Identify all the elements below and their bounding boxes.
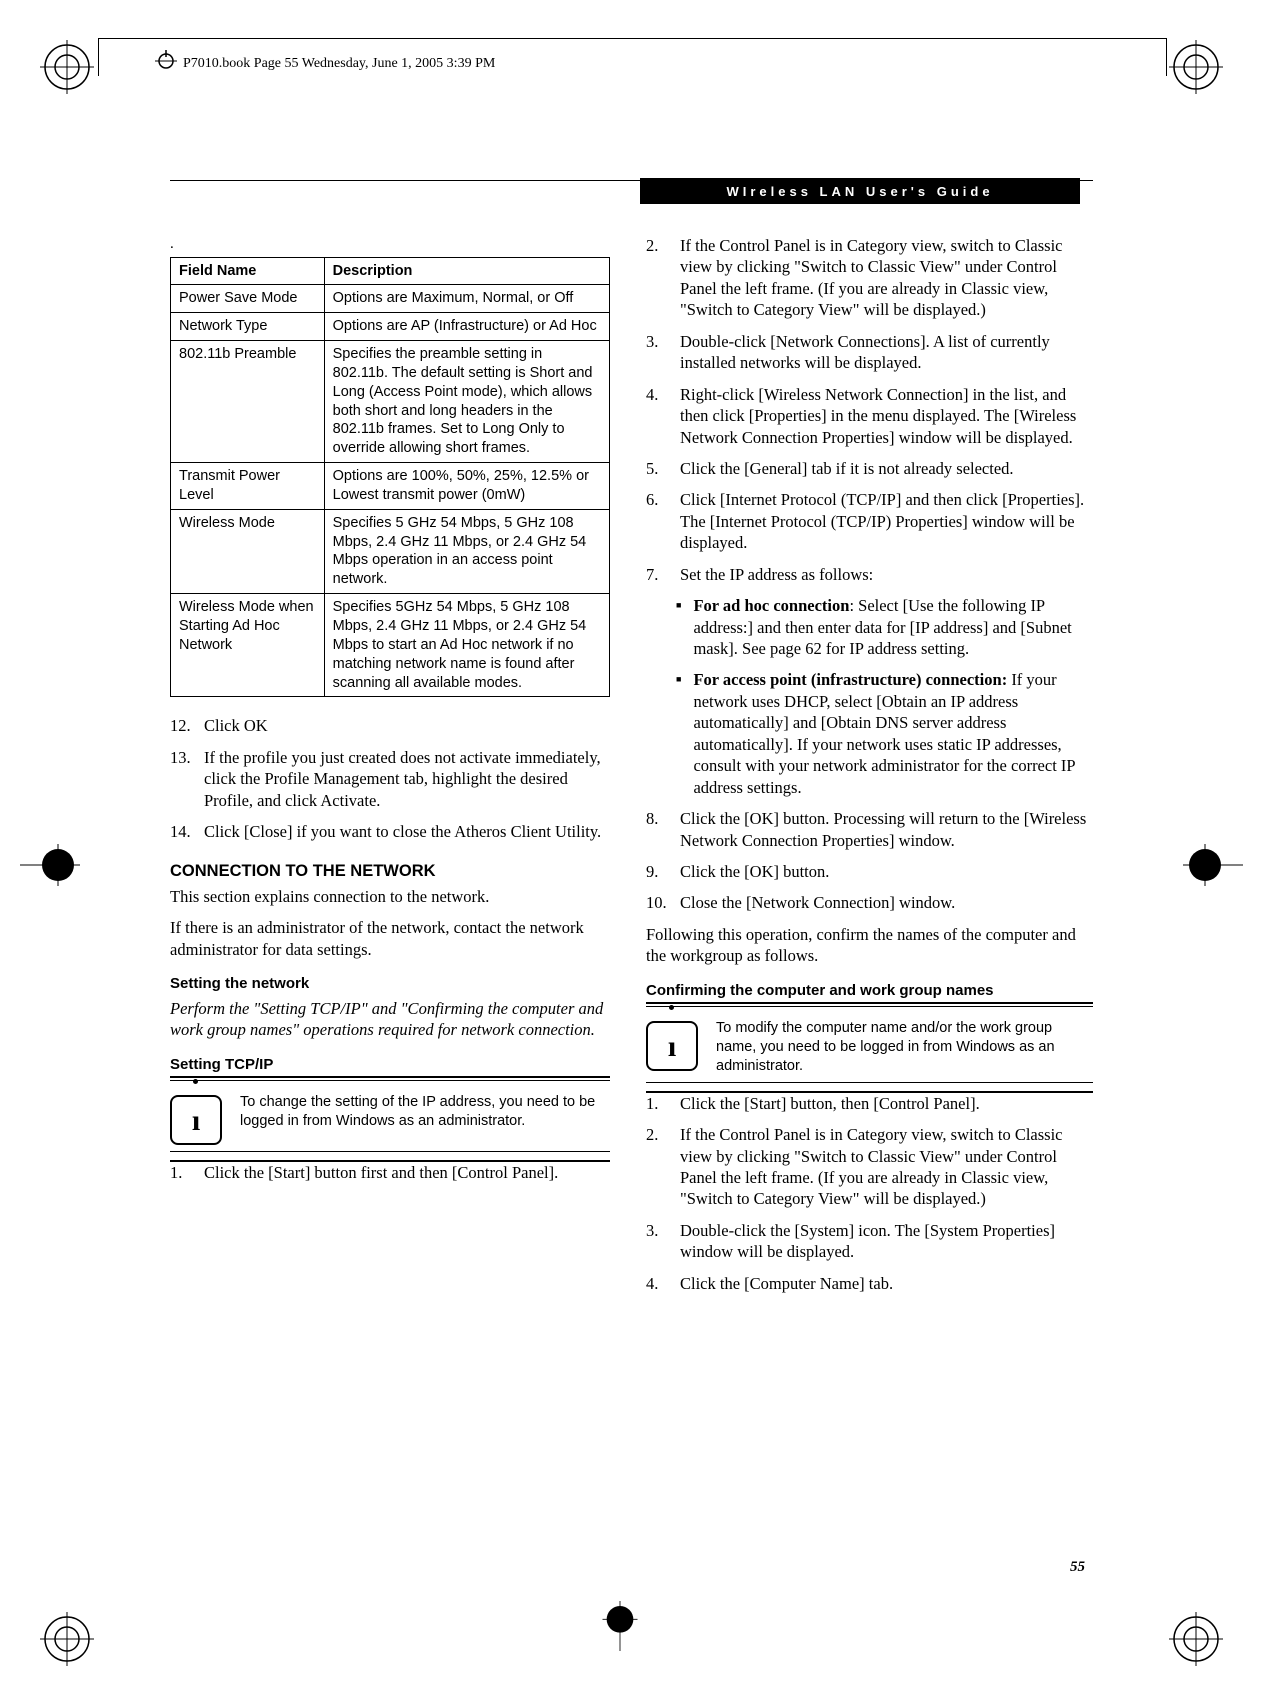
list-item: 10.Close the [Network Connection] window… bbox=[646, 892, 1093, 913]
table-row: Wireless ModeSpecifies 5 GHz 54 Mbps, 5 … bbox=[171, 509, 610, 593]
list-item: 13.If the profile you just created does … bbox=[170, 747, 610, 811]
table-row: Power Save ModeOptions are Maximum, Norm… bbox=[171, 285, 610, 313]
crop-mark-icon bbox=[1169, 40, 1223, 94]
list-item: 12.Click OK bbox=[170, 715, 610, 736]
crop-mark-icon bbox=[1169, 1612, 1223, 1666]
steps-list: 8.Click the [OK] button. Processing will… bbox=[646, 808, 1093, 914]
crop-mark-icon bbox=[40, 1612, 94, 1666]
book-header: P7010.book Page 55 Wednesday, June 1, 20… bbox=[155, 50, 495, 77]
info-icon: ı bbox=[170, 1095, 222, 1145]
steps-list: 12.Click OK 13.If the profile you just c… bbox=[170, 715, 610, 842]
list-item: 8.Click the [OK] button. Processing will… bbox=[646, 808, 1093, 851]
note-text: To modify the computer name and/or the w… bbox=[716, 1019, 1093, 1076]
list-item: 3.Double-click the [System] icon. The [S… bbox=[646, 1220, 1093, 1263]
note-box: ı To change the setting of the IP addres… bbox=[170, 1076, 610, 1162]
info-icon: ı bbox=[646, 1021, 698, 1071]
steps-list: 2.If the Control Panel is in Category vi… bbox=[646, 235, 1093, 585]
crop-mark-icon bbox=[40, 40, 94, 94]
list-item: 6.Click [Internet Protocol (TCP/IP] and … bbox=[646, 489, 1093, 553]
steps-list: 1.Click the [Start] button first and the… bbox=[170, 1162, 610, 1183]
list-item: 1.Click the [Start] button, then [Contro… bbox=[646, 1093, 1093, 1114]
body-text-italic: Perform the "Setting TCP/IP" and "Confir… bbox=[170, 998, 610, 1041]
bullet-list: For ad hoc connection: Select [Use the f… bbox=[646, 595, 1093, 798]
table-row: 802.11b PreambleSpecifies the preamble s… bbox=[171, 341, 610, 463]
section-heading: CONNECTION TO THE NETWORK bbox=[170, 861, 610, 882]
table-row: Network TypeOptions are AP (Infrastructu… bbox=[171, 313, 610, 341]
list-item: 4.Click the [Computer Name] tab. bbox=[646, 1273, 1093, 1294]
stray-dot: . bbox=[170, 235, 610, 255]
table-row: Wireless Mode when Starting Ad Hoc Netwo… bbox=[171, 594, 610, 697]
list-item: 5.Click the [General] tab if it is not a… bbox=[646, 458, 1093, 479]
guide-title: WIreless LAN User's Guide bbox=[726, 184, 993, 199]
table-header-name: Field Name bbox=[171, 257, 325, 285]
list-item: 3.Double-click [Network Connections]. A … bbox=[646, 331, 1093, 374]
list-item: 14.Click [Close] if you want to close th… bbox=[170, 821, 610, 842]
subheading: Confirming the computer and work group n… bbox=[646, 981, 1093, 1001]
body-text: This section explains connection to the … bbox=[170, 886, 610, 907]
field-table: Field Name Description Power Save ModeOp… bbox=[170, 257, 610, 698]
subheading: Setting TCP/IP bbox=[170, 1055, 610, 1075]
body-text: If there is an administrator of the netw… bbox=[170, 917, 610, 960]
list-item: For access point (infrastructure) connec… bbox=[676, 669, 1093, 798]
list-item: For ad hoc connection: Select [Use the f… bbox=[676, 595, 1093, 659]
list-item: 2.If the Control Panel is in Category vi… bbox=[646, 1124, 1093, 1210]
crop-mark-icon bbox=[1183, 840, 1243, 895]
steps-list: 1.Click the [Start] button, then [Contro… bbox=[646, 1093, 1093, 1295]
note-box: ı To modify the computer name and/or the… bbox=[646, 1002, 1093, 1093]
list-item: 7.Set the IP address as follows: bbox=[646, 564, 1093, 585]
crop-mark-icon bbox=[20, 840, 80, 895]
list-item: 2.If the Control Panel is in Category vi… bbox=[646, 235, 1093, 321]
list-item: 9.Click the [OK] button. bbox=[646, 861, 1093, 882]
table-header-desc: Description bbox=[324, 257, 609, 285]
subheading: Setting the network bbox=[170, 974, 610, 994]
body-text: Following this operation, confirm the na… bbox=[646, 924, 1093, 967]
book-header-text: P7010.book Page 55 Wednesday, June 1, 20… bbox=[183, 56, 495, 72]
guide-title-bar: WIreless LAN User's Guide bbox=[640, 178, 1080, 204]
list-item: 1.Click the [Start] button first and the… bbox=[170, 1162, 610, 1183]
note-text: To change the setting of the IP address,… bbox=[240, 1093, 610, 1145]
table-row: Transmit Power LevelOptions are 100%, 50… bbox=[171, 463, 610, 510]
crop-mark-icon bbox=[590, 1601, 650, 1656]
list-item: 4.Right-click [Wireless Network Connecti… bbox=[646, 384, 1093, 448]
page-number: 55 bbox=[1070, 1559, 1085, 1576]
ring-binder-icon bbox=[155, 50, 177, 77]
